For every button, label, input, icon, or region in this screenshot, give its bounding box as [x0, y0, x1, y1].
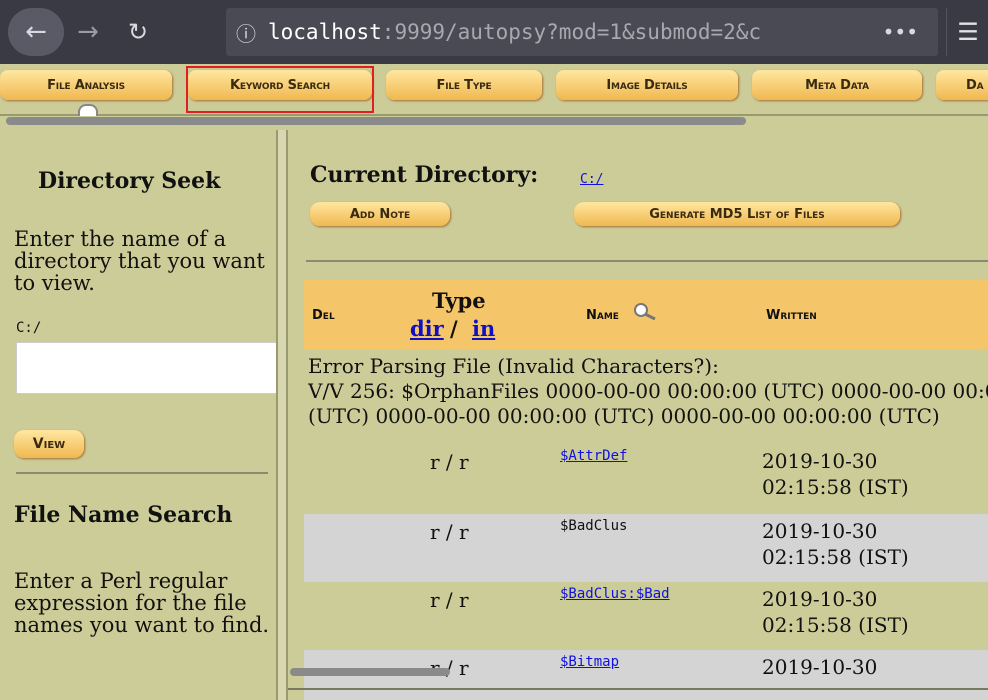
- view-button[interactable]: View: [14, 430, 84, 458]
- table-row: r / r $AttrDef 2019-10-30 02:15:58 (IST): [304, 444, 988, 512]
- error-message: Error Parsing File (Invalid Characters?)…: [308, 354, 988, 429]
- file-name-search-description: Enter a Perl regular expression for the …: [14, 569, 270, 637]
- header-in-link[interactable]: in: [472, 316, 495, 341]
- header-type: Type: [432, 288, 486, 313]
- row-type: r / r: [430, 450, 469, 474]
- table-row: r / r $BadClus:$Bad 2019-10-30 02:15:58 (…: [304, 582, 988, 650]
- left-frame: Directory Seek Enter the name of a direc…: [0, 140, 276, 700]
- row-time: 02:15:58 (IST): [762, 545, 909, 569]
- info-icon[interactable]: ⓘ: [236, 18, 256, 47]
- header-written[interactable]: Written: [766, 308, 817, 323]
- divider: [306, 260, 988, 262]
- directory-seek-title: Directory Seek: [38, 168, 221, 194]
- row-time: 02:15:58 (IST): [762, 613, 909, 637]
- error-line: V/V 256: $OrphanFiles 0000-00-00 00:00:0…: [308, 379, 988, 403]
- file-name-search-title: File Name Search: [14, 502, 233, 528]
- url-path: :9999/autopsy?mod=1&submod=2&c: [381, 20, 762, 44]
- tab-label: Meta Data: [805, 77, 869, 93]
- row-written: 2019-10-30: [762, 654, 877, 680]
- right-frame: Current Directory: C:/ Add Note Generate…: [288, 140, 988, 700]
- tab-bar: File Analysis Keyword Search File Type I…: [0, 64, 988, 116]
- horizontal-scrollbar[interactable]: [6, 117, 746, 125]
- reload-icon[interactable]: ↻: [118, 8, 158, 56]
- tab-meta-data[interactable]: Meta Data: [752, 70, 922, 100]
- current-directory-link[interactable]: C:/: [580, 172, 603, 187]
- row-type: r / r: [430, 588, 469, 612]
- row-written: 2019-10-30 02:15:58 (IST): [762, 586, 909, 638]
- browser-toolbar: ← → ↻ ⓘ localhost:9999/autopsy?mod=1&sub…: [0, 0, 988, 64]
- url-host: localhost: [268, 20, 382, 44]
- current-path: C:/: [16, 320, 42, 336]
- tab-label: Da: [966, 77, 984, 93]
- header-name[interactable]: Name: [586, 308, 619, 323]
- row-name-link[interactable]: $BadClus:$Bad: [560, 586, 670, 602]
- url-text[interactable]: localhost:9999/autopsy?mod=1&submod=2&c: [268, 20, 828, 44]
- row-name-link[interactable]: $AttrDef: [560, 448, 627, 464]
- directory-input[interactable]: [16, 342, 276, 394]
- hamburger-menu-icon[interactable]: ☰: [946, 8, 988, 56]
- file-table-header: Del Type dir / in Name Written: [304, 280, 988, 350]
- tab-image-details[interactable]: Image Details: [556, 70, 738, 100]
- selection-highlight: [186, 66, 374, 113]
- add-note-label: Add Note: [349, 206, 411, 222]
- row-written: 2019-10-30 02:15:58 (IST): [762, 448, 909, 500]
- back-arrow-icon[interactable]: ←: [8, 8, 64, 56]
- table-row: r / r $BadClus 2019-10-30 02:15:58 (IST): [304, 514, 988, 582]
- error-line: Error Parsing File (Invalid Characters?)…: [308, 354, 719, 378]
- current-directory-label: Current Directory:: [310, 162, 539, 188]
- add-note-button[interactable]: Add Note: [310, 202, 450, 226]
- horizontal-scrollbar[interactable]: [290, 668, 450, 676]
- tab-label: File Type: [436, 77, 492, 93]
- row-time: 02:15:58 (IST): [762, 475, 909, 499]
- generate-md5-label: Generate MD5 List of Files: [649, 206, 825, 222]
- row-date: 2019-10-30: [762, 449, 878, 473]
- tab-label: Image Details: [606, 77, 688, 93]
- directory-seek-description: Enter the name of a directory that you w…: [14, 227, 265, 295]
- row-date: 2019-10-30: [762, 519, 878, 543]
- divider: [16, 472, 268, 474]
- forward-arrow-icon[interactable]: →: [70, 8, 106, 56]
- frame-border: [288, 688, 988, 690]
- row-date: 2019-10-30: [762, 655, 878, 679]
- more-icon[interactable]: •••: [883, 20, 918, 44]
- address-bar[interactable]: ⓘ localhost:9999/autopsy?mod=1&submod=2&…: [226, 8, 938, 56]
- magnifier-icon[interactable]: [633, 302, 657, 320]
- header-slash: /: [450, 316, 458, 341]
- row-name: $BadClus: [560, 518, 628, 534]
- row-type: r / r: [430, 520, 469, 544]
- header-del: Del: [312, 308, 335, 323]
- tab-file-type[interactable]: File Type: [386, 70, 542, 100]
- frame-divider[interactable]: [276, 130, 288, 700]
- generate-md5-button[interactable]: Generate MD5 List of Files: [574, 202, 900, 226]
- row-written: 2019-10-30 02:15:58 (IST): [762, 518, 909, 570]
- error-line: (UTC) 0000-00-00 00:00:00 (UTC) 0000-00-…: [308, 404, 940, 428]
- view-button-label: View: [32, 436, 66, 452]
- tab-file-analysis[interactable]: File Analysis: [0, 70, 172, 100]
- row-date: 2019-10-30: [762, 587, 878, 611]
- header-dir-link[interactable]: dir: [410, 316, 444, 341]
- magnifier-icon: [78, 104, 98, 116]
- tab-data-unit[interactable]: Da: [936, 70, 988, 100]
- tab-label: File Analysis: [47, 77, 125, 93]
- row-name-link[interactable]: $Bitmap: [560, 654, 619, 670]
